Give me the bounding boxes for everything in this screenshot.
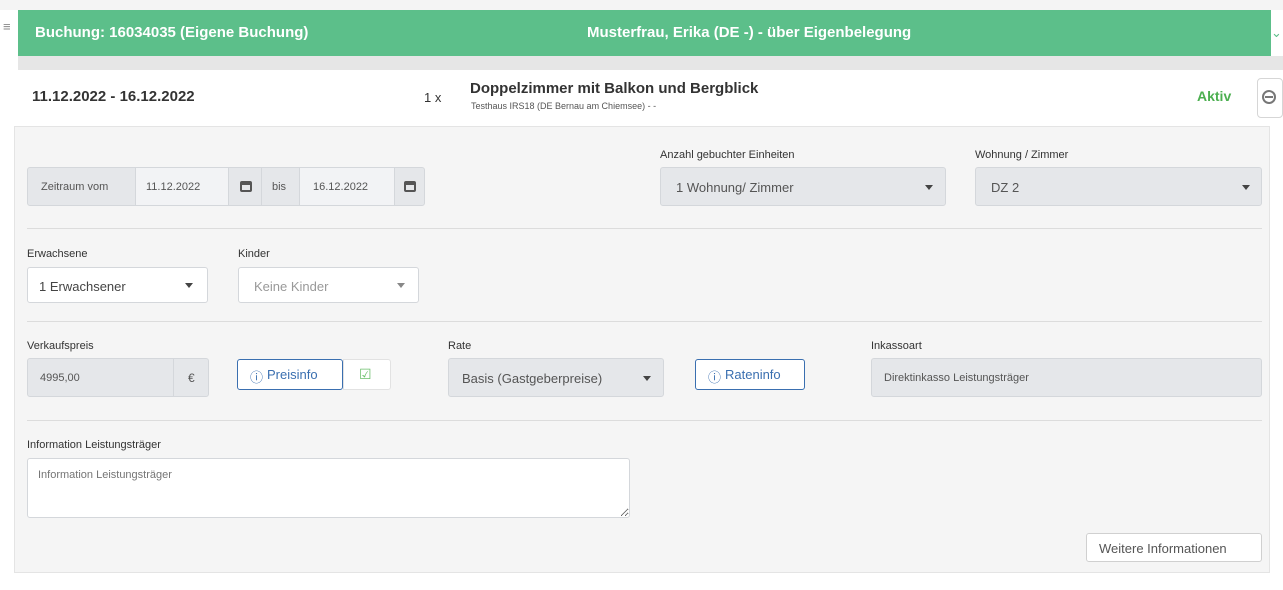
guest-info: Musterfrau, Erika (DE -) - über Eigenbel… — [587, 24, 912, 41]
rate-select[interactable]: Basis (Gastgeberpreise) — [448, 358, 664, 397]
period-to-input[interactable]: 16.12.2022 — [299, 167, 395, 206]
caret-down-icon — [925, 185, 933, 190]
provider-info-label: Information Leistungsträger — [27, 439, 161, 451]
period-from-calendar-button[interactable] — [228, 167, 262, 206]
divider — [27, 321, 1262, 322]
collection-label: Inkassoart — [871, 340, 922, 352]
price-label: Verkaufspreis — [27, 340, 94, 352]
children-label: Kinder — [238, 248, 270, 260]
booking-quantity: 1 x — [424, 90, 442, 105]
period-from-label: Zeitraum vom — [41, 181, 109, 193]
caret-down-icon — [185, 283, 193, 288]
provider-info-textarea[interactable] — [27, 458, 630, 518]
caret-down-icon — [397, 283, 405, 288]
room-name: Doppelzimmer mit Balkon und Bergblick — [470, 80, 759, 97]
chevron-down-icon[interactable]: ⌄ — [1271, 10, 1283, 56]
status-badge: Aktiv — [1197, 88, 1232, 104]
booking-title: Buchung: 16034035 (Eigene Buchung) — [35, 24, 309, 41]
period-to-addon: bis — [261, 167, 300, 206]
price-input[interactable]: 4995,00 — [27, 358, 174, 397]
adults-label: Erwachsene — [27, 248, 88, 260]
booking-date-range: 11.12.2022 - 16.12.2022 — [32, 88, 195, 105]
caret-down-icon — [1242, 185, 1250, 190]
calendar-icon — [404, 181, 416, 192]
adults-select[interactable]: 1 Erwachsener — [27, 267, 208, 303]
currency-addon: € — [173, 358, 209, 397]
booking-details-panel: Zeitraum vom 11.12.2022 bis 16.12.2022 A… — [14, 126, 1270, 573]
divider — [27, 228, 1262, 229]
divider — [27, 420, 1262, 421]
price-info-button[interactable]: ⓘ Preisinfo — [237, 359, 343, 390]
units-label: Anzahl gebuchter Einheiten — [660, 149, 795, 161]
top-strip — [0, 0, 1283, 10]
booking-header[interactable]: Buchung: 16034035 (Eigene Buchung) Muste… — [18, 10, 1271, 56]
period-to-calendar-button[interactable] — [394, 167, 425, 206]
rate-label: Rate — [448, 340, 472, 352]
collection-input: Direktinkasso Leistungsträger — [871, 358, 1262, 397]
room-select[interactable]: DZ 2 — [975, 167, 1262, 206]
hamburger-menu-icon[interactable]: ≡ — [3, 20, 13, 33]
calendar-icon — [240, 181, 252, 192]
info-circle-icon: ⓘ — [708, 370, 722, 385]
house-info: Testhaus IRS18 (DE Bernau am Chiemsee) -… — [471, 101, 657, 111]
price-check-button[interactable]: ☑ — [343, 359, 391, 390]
room-label: Wohnung / Zimmer — [975, 149, 1069, 161]
units-select[interactable]: 1 Wohnung/ Zimmer — [660, 167, 946, 206]
info-circle-icon: ⓘ — [250, 370, 264, 385]
collapse-row-button[interactable] — [1257, 78, 1283, 118]
period-from-input[interactable]: 11.12.2022 — [135, 167, 229, 206]
period-from-addon: Zeitraum vom — [27, 167, 146, 206]
period-to-label: bis — [272, 181, 287, 193]
caret-down-icon — [643, 376, 651, 381]
rate-info-button[interactable]: ⓘ Rateninfo — [695, 359, 805, 390]
check-square-icon: ☑ — [359, 366, 372, 382]
header-divider — [18, 56, 1283, 70]
children-select[interactable]: Keine Kinder — [238, 267, 419, 303]
more-info-button[interactable]: Weitere Informationen — [1086, 533, 1262, 562]
